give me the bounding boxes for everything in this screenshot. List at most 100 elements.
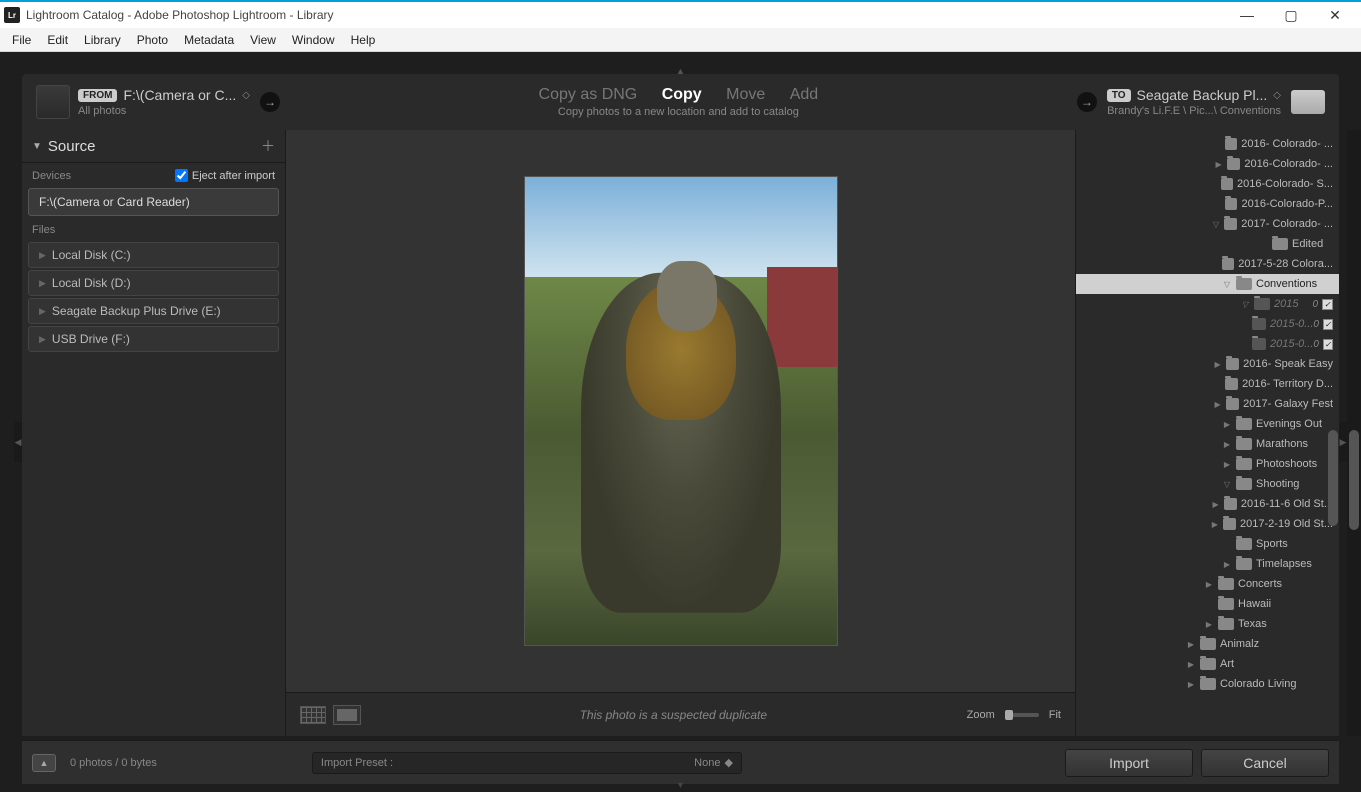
expand-toggle[interactable]: ▲: [32, 754, 56, 772]
folder-label: Colorado Living: [1220, 678, 1296, 690]
selection-arrow-icon: [1075, 278, 1076, 294]
folder-row[interactable]: ▶ Timelapses: [1076, 554, 1339, 574]
import-button[interactable]: Import: [1065, 749, 1193, 777]
chevron-icon: ▽: [1212, 220, 1220, 229]
folder-row[interactable]: ▽Shooting: [1076, 474, 1339, 494]
folder-row[interactable]: 2016-Colorado- S...: [1076, 174, 1339, 194]
folder-row[interactable]: ▶Marathons: [1076, 434, 1339, 454]
chevron-icon: ▶: [1222, 560, 1232, 569]
dest-arrow-button[interactable]: →: [1077, 92, 1097, 112]
preview-area[interactable]: [286, 130, 1075, 692]
dest-subpath: Brandy's Li.F.E \ Pic...\ Conventions: [1107, 105, 1281, 117]
source-subpath: All photos: [78, 105, 250, 117]
folder-row[interactable]: Sports: [1076, 534, 1339, 554]
folder-row[interactable]: 2016- Territory D...: [1076, 374, 1339, 394]
folder-row[interactable]: ▶2016-Colorado- ...: [1076, 154, 1339, 174]
folder-label: Timelapses: [1256, 558, 1312, 570]
folder-row[interactable]: 2015-0...0✓: [1076, 334, 1339, 354]
devices-section: Devices Eject after import: [22, 163, 285, 186]
dropdown-caret-icon: ◆: [724, 756, 732, 769]
import-footer: ▲ 0 photos / 0 bytes Import Preset : Non…: [22, 740, 1339, 784]
mode-add[interactable]: Add: [790, 86, 818, 103]
mode-copy[interactable]: Copy: [662, 86, 702, 103]
folder-row[interactable]: Edited: [1076, 234, 1339, 254]
folder-icon: [1227, 158, 1241, 170]
source-arrow-button[interactable]: →: [260, 92, 280, 112]
drive-item[interactable]: ▶Local Disk (C:): [28, 242, 279, 268]
folder-row[interactable]: ▶2017- Galaxy Fest: [1076, 394, 1339, 414]
folder-icon: [1200, 678, 1216, 690]
folder-checkbox[interactable]: ✓: [1323, 339, 1333, 350]
menu-view[interactable]: View: [242, 33, 284, 47]
folder-checkbox[interactable]: ✓: [1323, 319, 1333, 330]
folder-row[interactable]: ▶2016- Speak Easy: [1076, 354, 1339, 374]
menu-file[interactable]: File: [4, 33, 39, 47]
dest-path-dropdown[interactable]: Seagate Backup Pl...◇: [1137, 87, 1281, 103]
fit-label[interactable]: Fit: [1049, 709, 1061, 721]
folder-row[interactable]: ▶Photoshoots: [1076, 454, 1339, 474]
zoom-slider[interactable]: [1005, 713, 1039, 717]
folder-row[interactable]: ▽20150✓: [1076, 294, 1339, 314]
source-panel-header[interactable]: ▼ Source ＋: [22, 130, 285, 163]
import-dialog: ▲ ◀ ▶ FROM F:\(Camera or C...◇ All photo…: [0, 52, 1361, 792]
close-button[interactable]: ✕: [1313, 1, 1357, 29]
chevron-icon: ▶: [1222, 460, 1232, 469]
menu-edit[interactable]: Edit: [39, 33, 76, 47]
folder-row[interactable]: 2016-Colorado-P...: [1076, 194, 1339, 214]
cancel-button[interactable]: Cancel: [1201, 749, 1329, 777]
device-item[interactable]: F:\(Camera or Card Reader): [28, 188, 279, 216]
app-logo: Lr: [4, 7, 20, 23]
folder-row[interactable]: 2015-0...0✓: [1076, 314, 1339, 334]
menu-help[interactable]: Help: [343, 33, 384, 47]
chevron-right-icon: ▶: [39, 334, 46, 345]
menu-window[interactable]: Window: [284, 33, 343, 47]
folder-row[interactable]: ▶Colorado Living: [1076, 674, 1339, 694]
mode-copy-dng[interactable]: Copy as DNG: [539, 86, 638, 103]
mode-move[interactable]: Move: [726, 86, 765, 103]
folder-label: 2016- Speak Easy: [1243, 358, 1333, 370]
scrollbar-thumb[interactable]: [1328, 430, 1338, 526]
preview-photo[interactable]: [524, 176, 838, 646]
collapse-bottom-icon[interactable]: ▼: [676, 780, 685, 790]
folder-row[interactable]: ▶Concerts: [1076, 574, 1339, 594]
drive-item[interactable]: ▶Local Disk (D:): [28, 270, 279, 296]
add-source-icon[interactable]: ＋: [261, 136, 275, 156]
menu-library[interactable]: Library: [76, 33, 129, 47]
folder-row[interactable]: 2017-5-28 Colora...: [1076, 254, 1339, 274]
folder-label: 2017-5-28 Colora...: [1238, 258, 1333, 270]
eject-checkbox[interactable]: Eject after import: [175, 169, 275, 182]
collapse-left-icon[interactable]: ◀: [14, 422, 22, 462]
loupe-view-button[interactable]: [334, 706, 360, 724]
source-path-dropdown[interactable]: F:\(Camera or C...◇: [123, 87, 250, 103]
files-section: Files: [22, 218, 285, 240]
folder-icon: [1221, 178, 1233, 190]
folder-row[interactable]: ▶2016-11-6 Old St...: [1076, 494, 1339, 514]
folder-row[interactable]: ▶Evenings Out: [1076, 414, 1339, 434]
folder-row[interactable]: ▶Art: [1076, 654, 1339, 674]
folder-row[interactable]: ▽ 2017- Colorado- ...: [1076, 214, 1339, 234]
chevron-icon: ▶: [1214, 160, 1222, 169]
folder-icon: [1225, 138, 1237, 150]
folder-checkbox[interactable]: ✓: [1322, 299, 1333, 310]
folder-label: 2017- Colorado- ...: [1241, 218, 1333, 230]
panel-scrollbar[interactable]: [1347, 130, 1361, 736]
grid-view-button[interactable]: [300, 706, 326, 724]
minimize-button[interactable]: —: [1225, 1, 1269, 29]
folder-row[interactable]: ▶Animalz: [1076, 634, 1339, 654]
drive-item[interactable]: ▶Seagate Backup Plus Drive (E:): [28, 298, 279, 324]
menu-photo[interactable]: Photo: [129, 33, 176, 47]
folder-label: 2017- Galaxy Fest: [1243, 398, 1333, 410]
maximize-button[interactable]: ▢: [1269, 1, 1313, 29]
import-preset-dropdown[interactable]: Import Preset : None◆: [312, 752, 742, 774]
folder-icon: [1225, 378, 1238, 390]
eject-input[interactable]: [175, 169, 188, 182]
drive-item[interactable]: ▶USB Drive (F:): [28, 326, 279, 352]
folder-row[interactable]: 2016- Colorado- ...: [1076, 134, 1339, 154]
folder-row[interactable]: ▶2017-2-19 Old St...: [1076, 514, 1339, 534]
collapse-right-icon[interactable]: ▶: [1339, 422, 1347, 462]
menu-metadata[interactable]: Metadata: [176, 33, 242, 47]
folder-row[interactable]: Hawaii: [1076, 594, 1339, 614]
folder-row[interactable]: ▶Texas: [1076, 614, 1339, 634]
scrollbar-thumb[interactable]: [1349, 430, 1359, 530]
folder-row[interactable]: ▽Conventions: [1076, 274, 1339, 294]
